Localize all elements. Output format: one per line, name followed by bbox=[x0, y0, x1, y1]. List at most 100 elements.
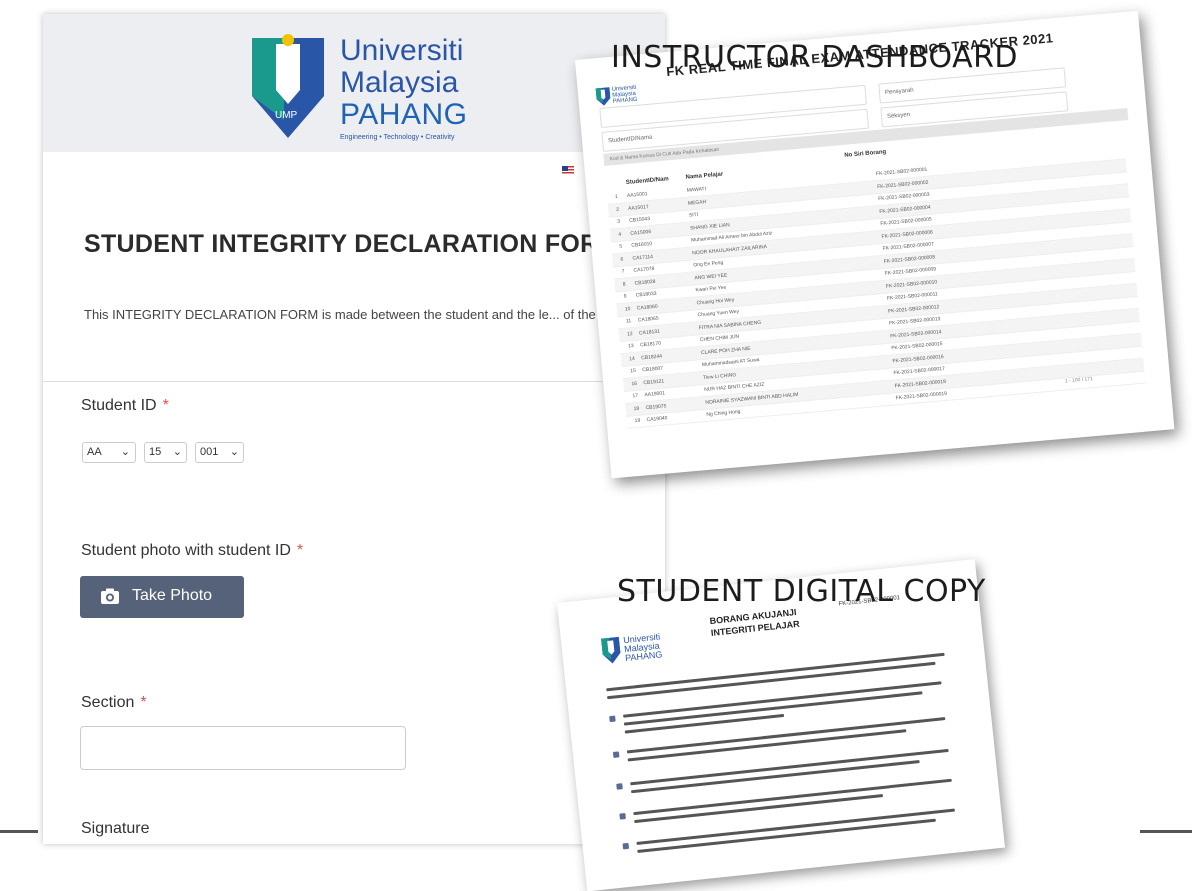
table-cell: FK-2021-SB02-000006 bbox=[881, 228, 934, 240]
column-header-form-no: No Siri Borang bbox=[844, 149, 887, 159]
table-cell: FK-2021-SB02-000004 bbox=[879, 204, 931, 215]
table-cell: CA18065 bbox=[637, 315, 659, 324]
form-header: UMP Universiti Malaysia PAHANG Engineeri… bbox=[43, 14, 665, 152]
table-cell: CB19075 bbox=[645, 402, 667, 411]
language-flag-icon[interactable] bbox=[562, 166, 574, 175]
table-cell: 4 bbox=[618, 231, 622, 238]
copy-logo: Universiti Malaysia PAHANG bbox=[600, 631, 663, 670]
instructor-dashboard-caption: INSTRUCTOR DASHBOARD bbox=[611, 40, 1019, 75]
instructor-dashboard-screenshot: FK REAL TIME FINAL EXAM ATTENDANCE TRACK… bbox=[575, 10, 1175, 479]
table-cell: FK-2021-SB02-000018 bbox=[894, 378, 947, 389]
table-cell: 10 bbox=[624, 305, 631, 313]
table-cell: 6 bbox=[620, 256, 624, 263]
table-cell: FK-2021-SB02-000010 bbox=[885, 278, 938, 290]
bullet-icon bbox=[619, 813, 626, 820]
required-asterisk: * bbox=[162, 397, 169, 414]
table-cell: FK-2021-SB02-000016 bbox=[892, 353, 944, 364]
table-cell: SHANG XIE LIAN bbox=[689, 221, 730, 232]
table-cell: FK-2021-SB02-000001 bbox=[875, 166, 928, 178]
table-cell: FK-2021-SB02-000017 bbox=[893, 365, 946, 377]
text-line bbox=[607, 661, 936, 700]
text-line bbox=[623, 691, 923, 726]
table-cell: Ng Ching Hong bbox=[706, 408, 741, 418]
student-digital-copy-caption: STUDENT DIGITAL COPY bbox=[617, 574, 986, 609]
bullet-icon bbox=[622, 842, 630, 850]
logo-malaysia: Malaysia bbox=[340, 66, 459, 99]
section-input[interactable] bbox=[80, 726, 406, 770]
take-photo-button[interactable]: Take Photo bbox=[80, 576, 244, 618]
table-cell: MAWATI bbox=[686, 186, 707, 194]
table-cell: FK-2021-SB02-000015 bbox=[891, 341, 943, 352]
table-cell: 14 bbox=[628, 355, 636, 362]
camera-icon bbox=[101, 588, 119, 604]
table-cell: CA17078 bbox=[633, 265, 655, 274]
table-cell: CLARE POH ZHA NIE bbox=[700, 345, 751, 356]
table-cell: 18 bbox=[633, 405, 640, 412]
table-cell: Tiew Li CHING bbox=[702, 371, 737, 381]
table-cell: CB16010 bbox=[631, 240, 653, 249]
required-asterisk: * bbox=[296, 542, 304, 559]
form-title: STUDENT INTEGRITY DECLARATION FORM bbox=[84, 230, 620, 258]
table-cell: MEGAH bbox=[687, 198, 707, 207]
table-cell: FK-2021-SB02-000002 bbox=[876, 179, 929, 190]
table-cell: CB18033 bbox=[635, 290, 657, 299]
table-cell: Chuang Hoi Wey bbox=[696, 296, 735, 306]
student-id-number-select[interactable]: 001 ⌄ bbox=[195, 442, 244, 463]
table-cell: 13 bbox=[627, 342, 634, 350]
logo-universiti: Universiti bbox=[340, 34, 464, 67]
divider bbox=[43, 381, 665, 382]
table-cell: CA18131 bbox=[638, 328, 661, 336]
table-cell: 17 bbox=[632, 392, 639, 400]
student-id-prefix-select[interactable]: AA ⌄ bbox=[82, 442, 136, 463]
table-cell: 11 bbox=[625, 318, 632, 325]
bullet-icon bbox=[616, 783, 623, 790]
student-id-year-select[interactable]: 15 ⌄ bbox=[144, 442, 187, 463]
table-cell: CB18170 bbox=[639, 340, 662, 349]
column-header-studentid: StudentID/Nam bbox=[625, 176, 670, 187]
ump-shield-icon: UMP bbox=[252, 34, 324, 138]
table-cell: FK-2021-SB02-000013 bbox=[888, 316, 941, 327]
table-cell: CA17114 bbox=[632, 253, 654, 262]
chevron-down-icon: ⌄ bbox=[172, 446, 182, 458]
table-cell: 3 bbox=[617, 218, 621, 225]
table-cell: AA15001 bbox=[626, 191, 648, 199]
text-line bbox=[626, 717, 946, 754]
table-cell: FK-2021-SB02-000011 bbox=[886, 291, 939, 302]
chevron-down-icon: ⌄ bbox=[229, 446, 239, 458]
table-cell: Chuang Yuen Wey bbox=[697, 308, 740, 319]
table-cell: FK-2021-SB02-000008 bbox=[883, 253, 936, 265]
ump-shield-icon bbox=[595, 87, 611, 106]
ump-logo: UMP Universiti Malaysia PAHANG Engineeri… bbox=[248, 30, 498, 145]
section-label: Section * bbox=[81, 694, 147, 711]
student-photo-label: Student photo with student ID * bbox=[81, 542, 304, 559]
logo-tagline: Engineering • Technology • Creativity bbox=[340, 134, 455, 141]
bullet-icon bbox=[609, 715, 616, 723]
student-id-label: Student ID * bbox=[81, 397, 169, 414]
table-cell: 9 bbox=[623, 293, 627, 300]
copy-title: BORANG AKUJANJI INTEGRITI PELAJAR bbox=[709, 607, 801, 639]
table-cell: AA15017 bbox=[627, 203, 649, 212]
svg-text:UMP: UMP bbox=[275, 110, 298, 121]
table-cell: 1 bbox=[614, 193, 619, 201]
text-line bbox=[623, 681, 942, 718]
table-cell: CHEN CHIM JUN bbox=[699, 333, 740, 344]
table-cell: 15 bbox=[630, 367, 637, 375]
form-description: This INTEGRITY DECLARATION FORM is made … bbox=[84, 307, 643, 322]
signature-label: Signature bbox=[81, 820, 150, 837]
table-cell: FK-2021-SB02-000019 bbox=[895, 390, 948, 402]
table-cell: CA19040 bbox=[646, 415, 668, 424]
table-cell: 2 bbox=[615, 206, 620, 213]
table-cell: 7 bbox=[621, 268, 625, 275]
table-cell: ANG WEI YEE bbox=[694, 272, 728, 281]
table-cell: FK-2021-SB02-000007 bbox=[882, 241, 935, 252]
table-cell: CB19121 bbox=[643, 377, 665, 386]
table-cell: SITI bbox=[688, 211, 699, 219]
table-cell: 19 bbox=[634, 417, 641, 425]
logo-pahang: PAHANG bbox=[340, 98, 468, 131]
table-cell: 16 bbox=[631, 380, 638, 387]
table-cell: FK-2021-SB02-000014 bbox=[889, 328, 942, 340]
chevron-down-icon: ⌄ bbox=[120, 446, 130, 458]
table-cell: 5 bbox=[619, 243, 623, 250]
table-cell: CA18060 bbox=[636, 303, 658, 312]
table-cell: CB15043 bbox=[628, 216, 651, 224]
